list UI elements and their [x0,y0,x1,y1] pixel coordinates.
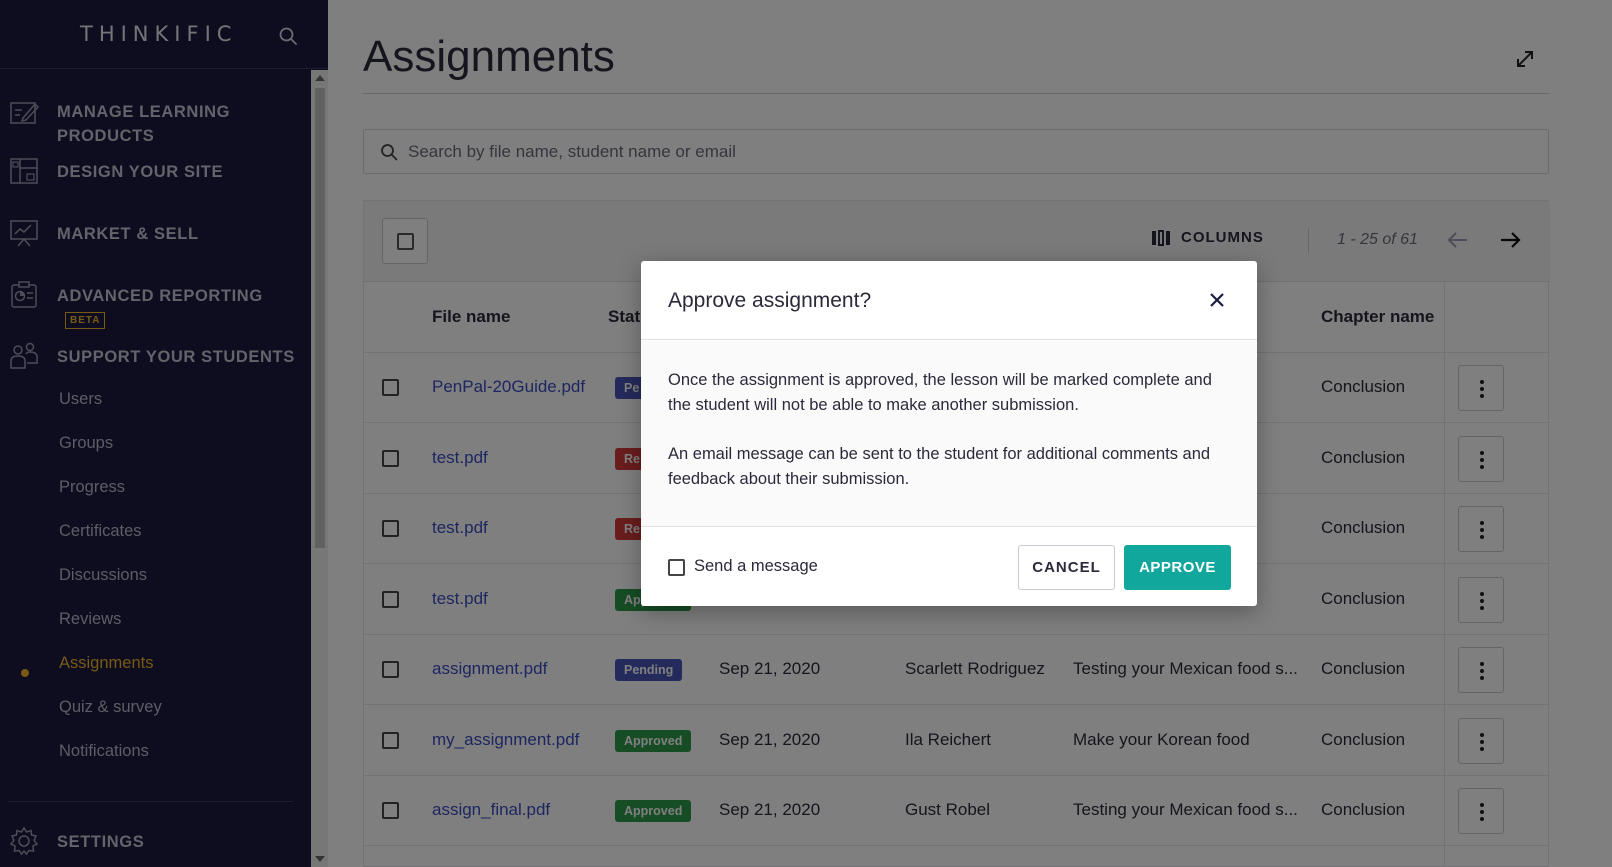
dialog-footer: Send a message CANCEL APPROVE [641,528,1257,606]
dialog-paragraph: Once the assignment is approved, the les… [668,371,1212,414]
approve-assignment-dialog: Approve assignment? Once the assignment … [641,261,1257,606]
dialog-header: Approve assignment? [641,261,1257,340]
send-message-checkbox[interactable] [668,559,685,576]
dialog-paragraph: An email message can be sent to the stud… [668,445,1211,488]
send-message-label[interactable]: Send a message [694,557,818,576]
dialog-body: Once the assignment is approved, the les… [641,341,1257,527]
close-icon[interactable] [1207,290,1227,310]
approve-button[interactable]: APPROVE [1124,545,1231,590]
cancel-button[interactable]: CANCEL [1018,545,1115,590]
dialog-title: Approve assignment? [668,289,872,312]
